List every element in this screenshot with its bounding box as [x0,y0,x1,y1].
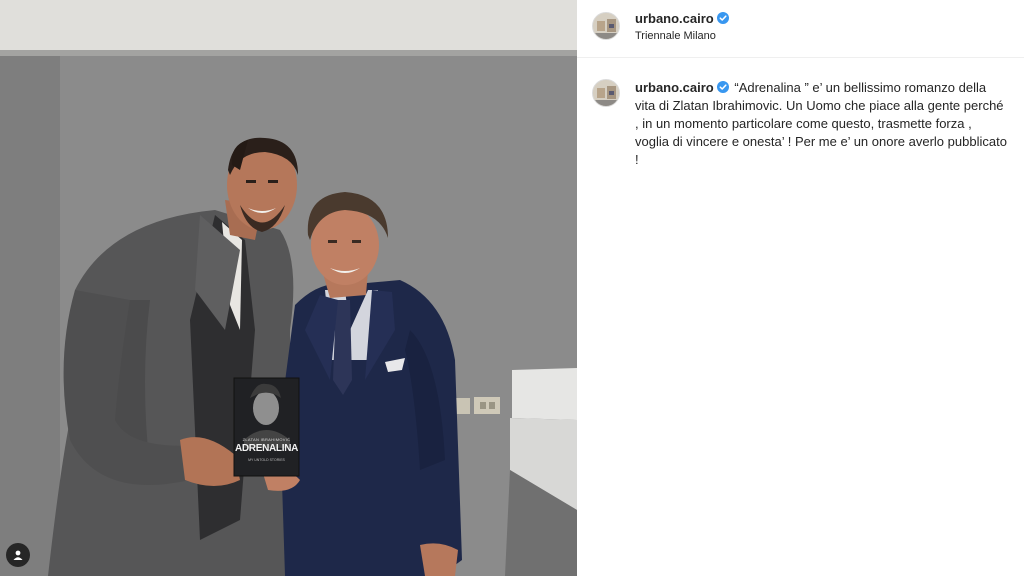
username-text[interactable]: urbano.cairo [635,80,714,95]
post-header: urbano.cairo Triennale Milano [577,0,1024,58]
post-side-panel: urbano.cairo Triennale Milano urbano.cai… [577,0,1024,576]
verified-badge-icon [716,12,729,24]
username-text[interactable]: urbano.cairo [635,11,714,26]
caption-avatar[interactable] [592,79,620,107]
book-cover-subtitle: MY UNTOLD STORIES [248,458,285,462]
post-image [0,0,577,576]
user-tag-icon [13,550,23,560]
book-cover-author: ZLATAN IBRAHIMOVIĆ [242,437,291,442]
book-cover-title: ADRENALINA [234,443,299,454]
post-caption: urbano.cairo “Adrenalina ” e’ un belliss… [635,79,1008,169]
avatar[interactable] [592,12,620,40]
verified-badge-icon [716,81,729,93]
avatar-image [593,80,619,106]
post-author-username[interactable]: urbano.cairo [635,11,729,26]
post-photo[interactable]: ZLATAN IBRAHIMOVIĆ ADRENALINA MY UNTOLD … [0,0,577,576]
caption-row: urbano.cairo “Adrenalina ” e’ un belliss… [577,58,1024,169]
post-location[interactable]: Triennale Milano [635,30,716,42]
caption-username[interactable]: urbano.cairo [635,80,729,95]
tagged-users-button[interactable] [6,543,30,567]
avatar-image [593,13,619,39]
